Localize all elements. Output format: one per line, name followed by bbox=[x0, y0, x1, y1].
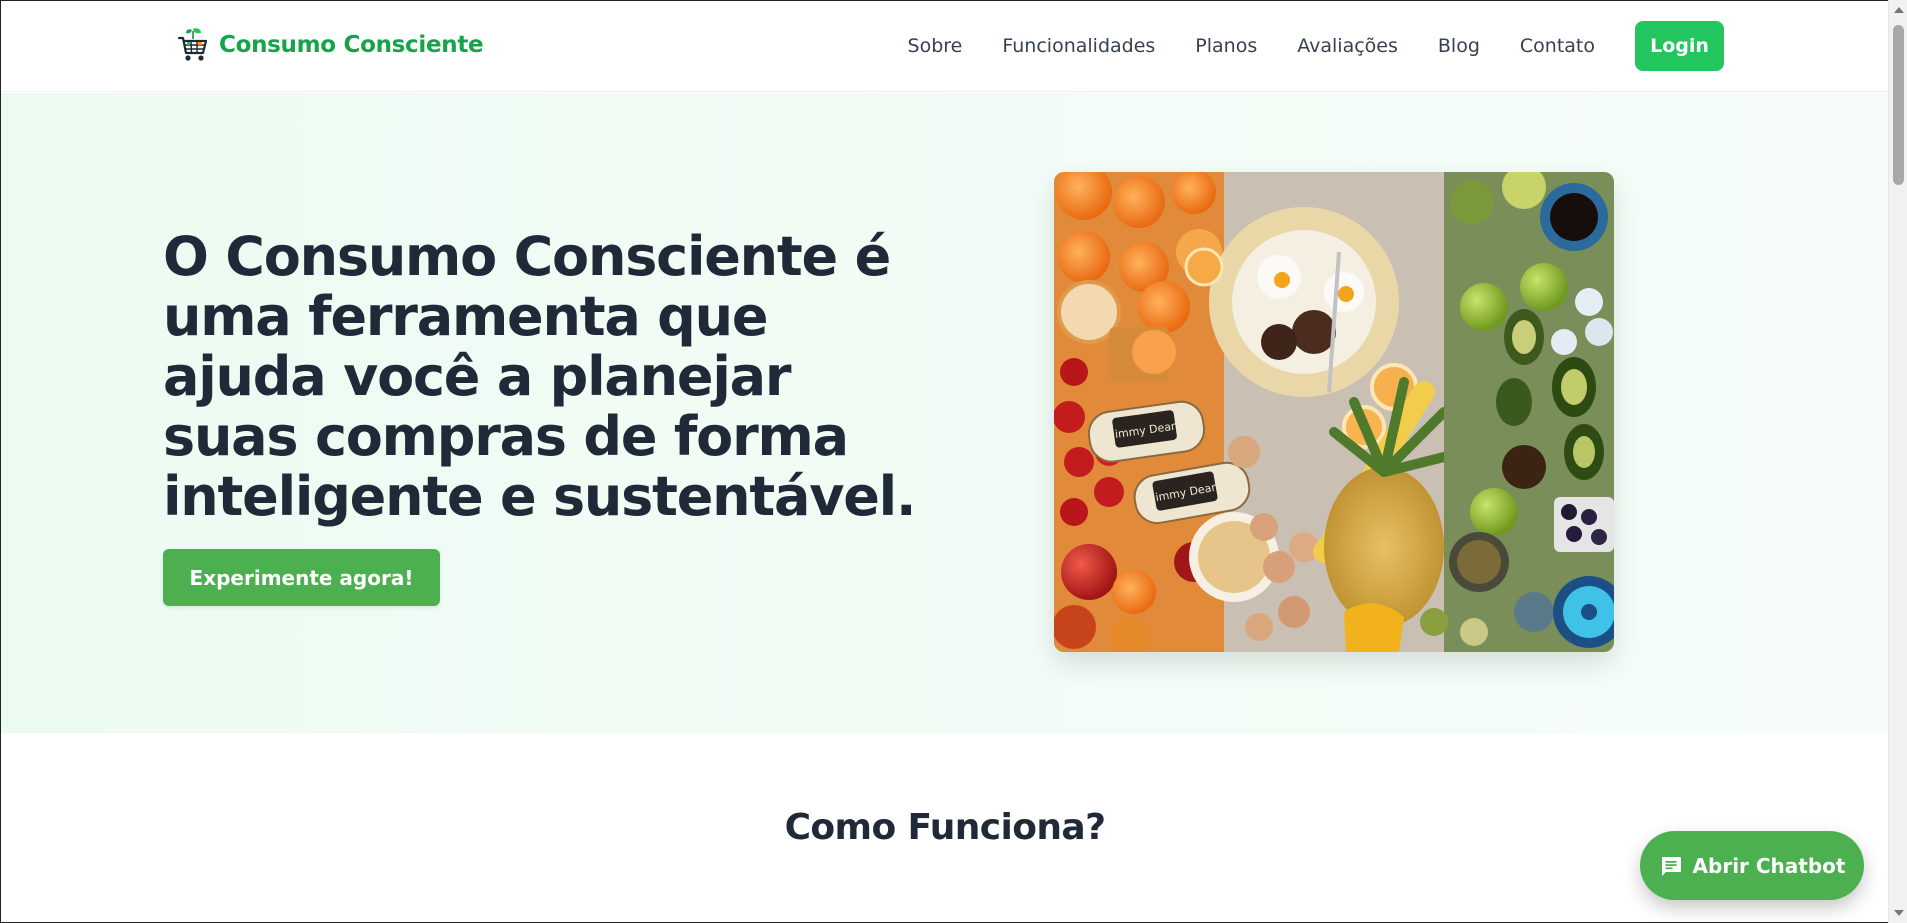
hero-food-image: Jimmy Dean Jimmy Dean bbox=[1054, 172, 1614, 652]
nav-link-sobre[interactable]: Sobre bbox=[908, 21, 963, 71]
scroll-up-icon[interactable] bbox=[1894, 7, 1904, 13]
nav-link-funcionalidades[interactable]: Funcionalidades bbox=[1002, 21, 1155, 71]
page-scrollbar[interactable] bbox=[1888, 0, 1907, 923]
nav-link-planos[interactable]: Planos bbox=[1195, 21, 1257, 71]
site-header: Consumo Consciente Sobre Funcionalidades… bbox=[1, 1, 1888, 92]
login-button[interactable]: Login bbox=[1635, 21, 1724, 71]
scroll-thumb[interactable] bbox=[1893, 25, 1904, 185]
chatbot-label: Abrir Chatbot bbox=[1692, 853, 1846, 878]
shopping-cart-leaf-icon bbox=[177, 28, 208, 61]
scroll-down-icon[interactable] bbox=[1894, 910, 1904, 916]
section-text-cutoff bbox=[1, 909, 1888, 922]
open-chatbot-button[interactable]: Abrir Chatbot bbox=[1640, 831, 1864, 900]
hero-title: O Consumo Consciente é uma ferramenta qu… bbox=[163, 225, 917, 528]
try-now-button[interactable]: Experimente agora! bbox=[163, 549, 440, 606]
nav-link-avaliacoes[interactable]: Avaliações bbox=[1297, 21, 1398, 71]
brand-name: Consumo Consciente bbox=[219, 32, 484, 58]
hero-section: O Consumo Consciente é uma ferramenta qu… bbox=[1, 93, 1888, 733]
page: Consumo Consciente Sobre Funcionalidades… bbox=[0, 0, 1888, 923]
brand-logo[interactable]: Consumo Consciente bbox=[177, 27, 484, 63]
food-spread-photo: Jimmy Dean Jimmy Dean bbox=[1054, 172, 1614, 652]
chat-bubble-icon bbox=[1661, 856, 1681, 876]
section-title: Como Funciona? bbox=[784, 807, 1106, 848]
main-nav: Sobre Funcionalidades Planos Avaliações … bbox=[908, 21, 1724, 71]
nav-link-blog[interactable]: Blog bbox=[1438, 21, 1480, 71]
nav-link-contato[interactable]: Contato bbox=[1520, 21, 1595, 71]
